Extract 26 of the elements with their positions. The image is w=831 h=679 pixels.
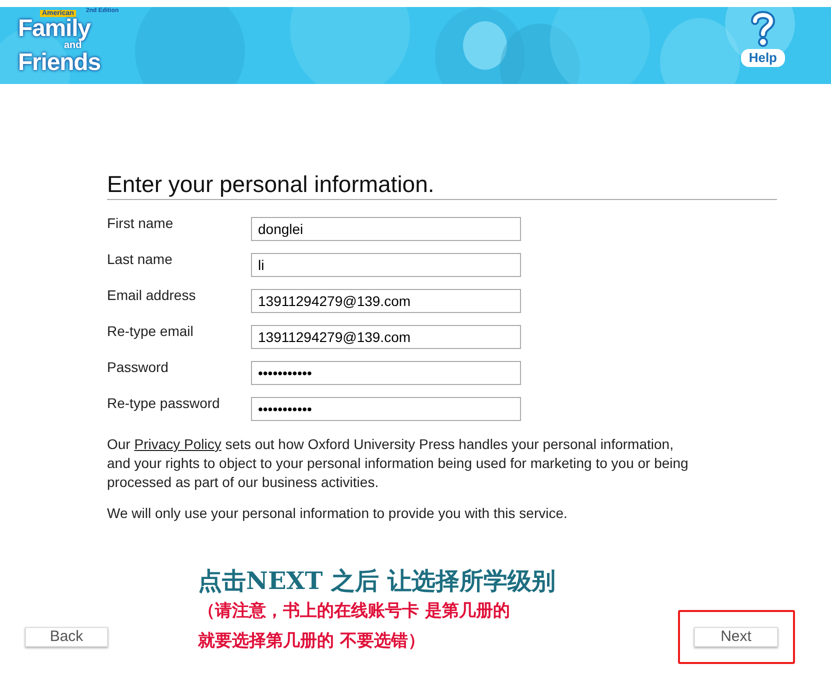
field-label: First name [107, 215, 174, 231]
input-field[interactable]: li [251, 253, 521, 277]
field-label: Last name [107, 251, 174, 267]
back-button[interactable]: Back [25, 627, 108, 647]
input-field[interactable]: donglei [251, 217, 521, 241]
input-field[interactable]: ••••••••••• [251, 397, 521, 421]
question-mark-icon [750, 11, 776, 47]
field-label: Re-type password [107, 395, 221, 411]
next-button[interactable]: Next [694, 627, 778, 647]
logo-text: Family [18, 17, 90, 41]
privacy-policy-link[interactable]: Privacy Policy [134, 436, 222, 452]
privacy-text: Our Privacy Policy sets out how Oxford University Press handles your personal information, and your rights to object to your personal information being used for marketing to you or being processed as part of our business activities. [107, 435, 690, 492]
form-title: Enter your personal information. [107, 170, 777, 200]
help-button[interactable]: Help [740, 49, 785, 67]
input-field[interactable]: ••••••••••• [251, 361, 521, 385]
field-label: Email address [107, 287, 197, 303]
logo-text: Friends [18, 51, 100, 75]
annotation-note: 就要选择第几册的 不要选错） [198, 630, 426, 653]
input-field[interactable]: 13911294279@139.com [251, 289, 521, 313]
annotation-heading: 点击NEXT 之后 让选择所学级别 [198, 566, 556, 596]
logo-text: and [64, 41, 82, 51]
field-label: Re-type email [107, 323, 194, 339]
annotation-note: （请注意，书上的在线账号卡 是第几册的 [198, 600, 511, 623]
notice-text: We will only use your personal information to provide you with this service. [107, 504, 568, 523]
input-field[interactable]: 13911294279@139.com [251, 325, 521, 349]
field-label: Password [107, 359, 170, 375]
